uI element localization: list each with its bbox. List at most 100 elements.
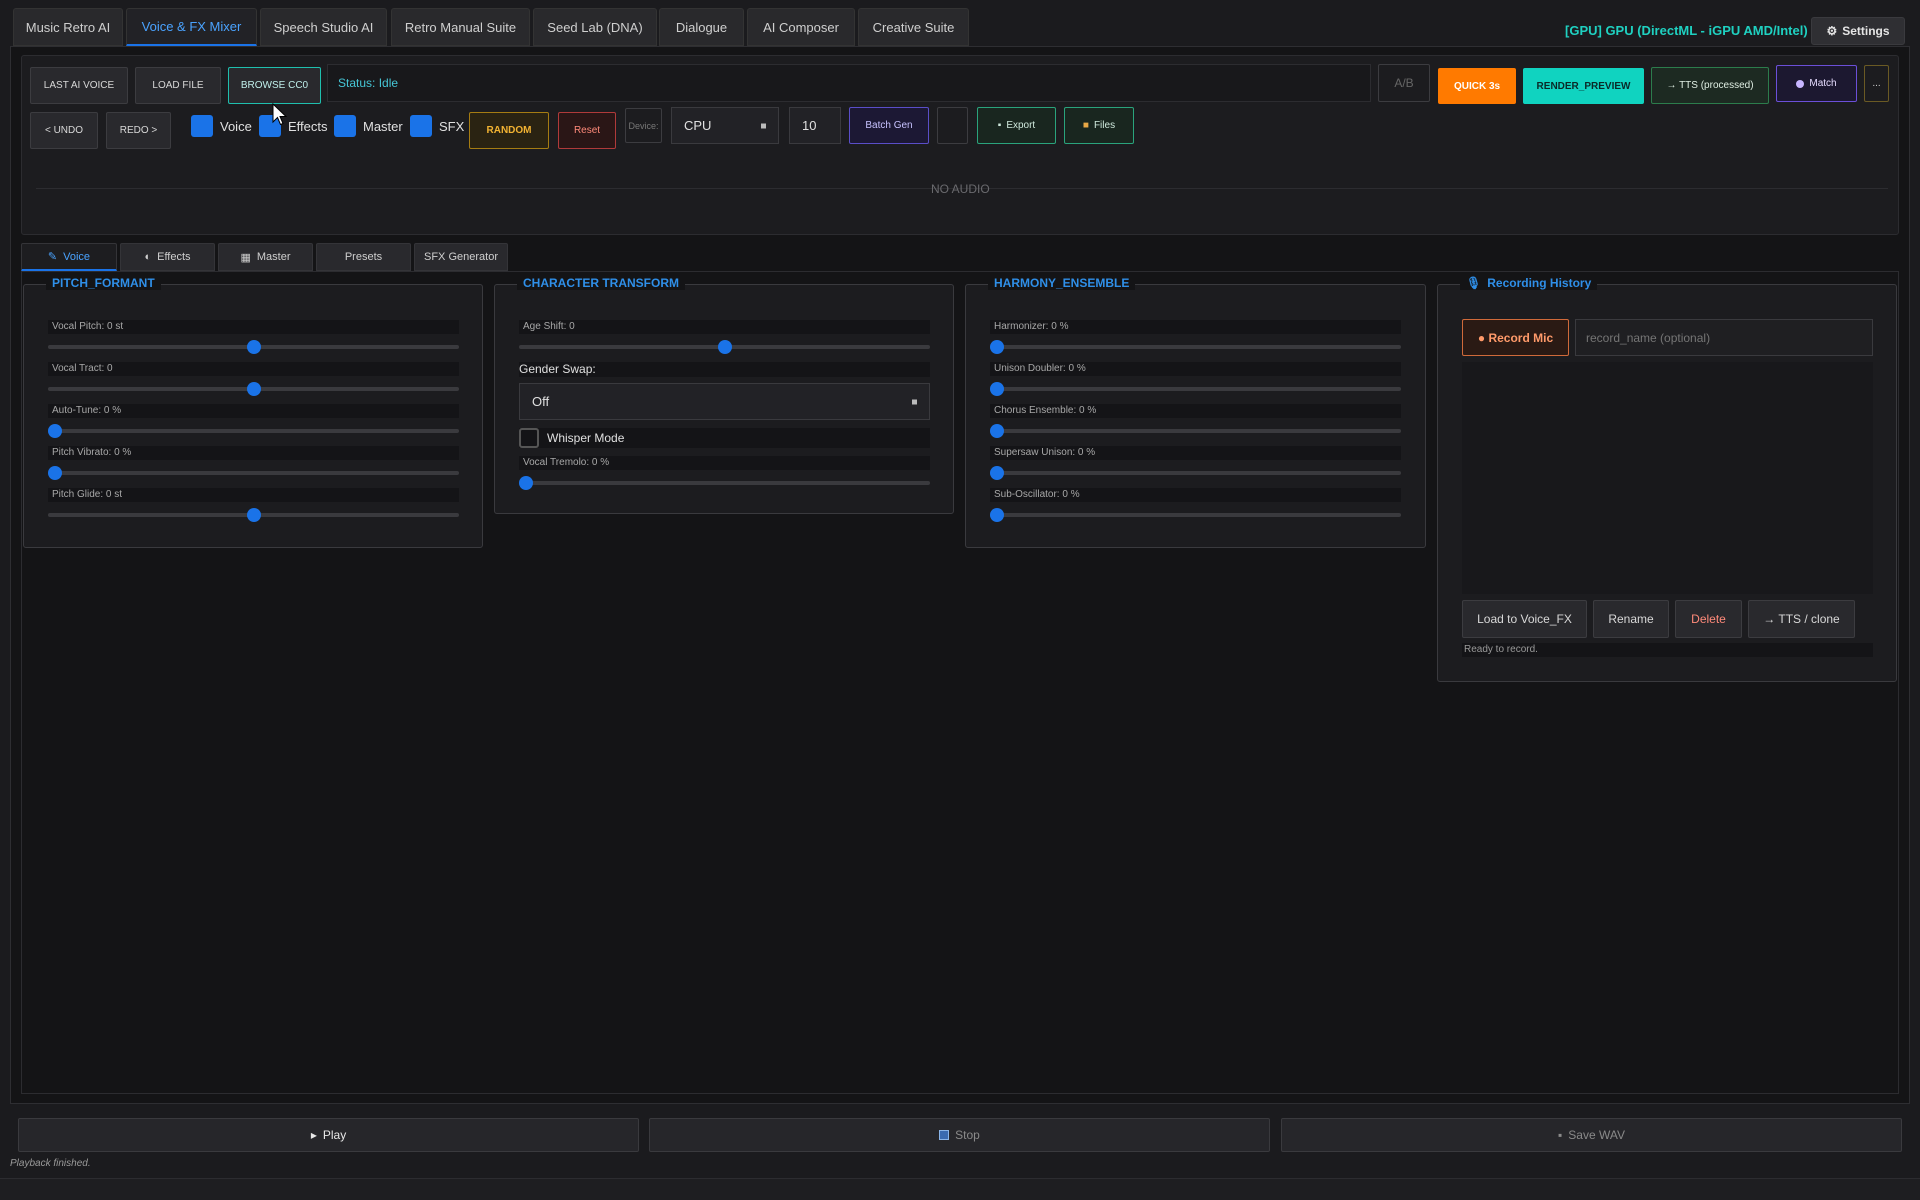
- subtab-voice[interactable]: ✎ Voice: [21, 243, 117, 271]
- unison-doubler-slider[interactable]: [990, 382, 1401, 396]
- ab-compare-button[interactable]: A/B: [1378, 64, 1430, 102]
- load-to-voice-fx-button[interactable]: Load to Voice_FX: [1462, 600, 1587, 638]
- subtab-effects-label: Effects: [157, 251, 191, 263]
- harmonizer-slider[interactable]: [990, 340, 1401, 354]
- recording-list[interactable]: [1462, 362, 1873, 594]
- pitch-glide-slider[interactable]: [48, 508, 459, 522]
- character-transform-title: CHARACTER TRANSFORM: [517, 276, 685, 290]
- sub-oscillator-label: Sub-Oscillator: 0 %: [990, 488, 1401, 502]
- tts-clone-button[interactable]: → TTS / clone: [1748, 600, 1855, 638]
- sfx-checkbox[interactable]: [410, 115, 432, 137]
- supersaw-unison-slider[interactable]: [990, 466, 1401, 480]
- device-label: Device:: [625, 108, 662, 143]
- tab-creative-suite[interactable]: Creative Suite: [858, 8, 969, 46]
- record-name-input[interactable]: [1575, 319, 1873, 356]
- unison-doubler-slider-handle[interactable]: [990, 382, 1004, 396]
- effects-icon: ◐: [144, 251, 152, 263]
- quick-preview-button[interactable]: QUICK 3s: [1438, 68, 1516, 104]
- blank-button[interactable]: [937, 107, 968, 144]
- gender-swap-value: Off: [532, 394, 550, 409]
- save-wav-label: Save WAV: [1568, 1128, 1625, 1142]
- chorus-ensemble-slider[interactable]: [990, 424, 1401, 438]
- pitch-glide-label: Pitch Glide: 0 st: [48, 488, 459, 502]
- tab-voice-fx-mixer[interactable]: Voice & FX Mixer: [126, 8, 257, 46]
- chorus-ensemble-slider-handle[interactable]: [990, 424, 1004, 438]
- pitch-vibrato-slider[interactable]: [48, 466, 459, 480]
- auto-tune-slider[interactable]: [48, 424, 459, 438]
- last-ai-voice-button[interactable]: LAST AI VOICE: [30, 67, 128, 104]
- gender-swap-label: Gender Swap:: [519, 362, 930, 377]
- tab-seed-lab[interactable]: Seed Lab (DNA): [533, 8, 657, 46]
- master-toggle[interactable]: Master: [334, 114, 403, 138]
- batch-gen-button[interactable]: Batch Gen: [849, 107, 929, 144]
- tts-processed-button[interactable]: → TTS (processed): [1651, 67, 1769, 104]
- tab-retro-manual-suite[interactable]: Retro Manual Suite: [391, 8, 530, 46]
- save-wav-button[interactable]: ▪ Save WAV: [1281, 1118, 1902, 1152]
- sfx-toggle[interactable]: SFX: [410, 114, 464, 138]
- gear-icon: ⚙: [1826, 24, 1838, 38]
- random-button[interactable]: RANDOM: [469, 112, 549, 149]
- no-audio-label: NO AUDIO: [931, 182, 990, 196]
- vocal-tremolo-slider[interactable]: [519, 476, 930, 490]
- device-select[interactable]: CPU: [671, 107, 779, 144]
- sub-oscillator-slider-handle[interactable]: [990, 508, 1004, 522]
- whisper-mode-label: Whisper Mode: [547, 431, 625, 445]
- voice-checkbox[interactable]: [191, 115, 213, 137]
- settings-button[interactable]: ⚙ Settings: [1811, 17, 1905, 45]
- subtab-master[interactable]: ▦ Master: [218, 243, 313, 271]
- tab-ai-composer[interactable]: AI Composer: [747, 8, 855, 46]
- mic-icon: ✎: [47, 251, 58, 263]
- pitch-vibrato-slider-handle[interactable]: [48, 466, 62, 480]
- subtab-effects[interactable]: ◐ Effects: [120, 243, 215, 271]
- vocal-pitch-slider-handle[interactable]: [246, 340, 261, 354]
- whisper-mode-toggle[interactable]: Whisper Mode: [519, 428, 930, 448]
- tab-speech-studio-ai[interactable]: Speech Studio AI: [260, 8, 387, 46]
- voice-toggle-label: Voice: [220, 118, 252, 134]
- play-button[interactable]: ▸ Play: [18, 1118, 639, 1152]
- redo-button[interactable]: REDO >: [106, 112, 171, 149]
- voice-toggle[interactable]: Voice: [191, 114, 252, 138]
- unison-doubler-label: Unison Doubler: 0 %: [990, 362, 1401, 376]
- sub-oscillator-slider[interactable]: [990, 508, 1401, 522]
- match-button[interactable]: Match: [1776, 65, 1857, 102]
- master-checkbox[interactable]: [334, 115, 356, 137]
- age-shift-slider-handle[interactable]: [717, 340, 732, 354]
- vocal-tremolo-label: Vocal Tremolo: 0 %: [519, 456, 930, 470]
- whisper-mode-checkbox[interactable]: [519, 428, 539, 448]
- age-shift-slider[interactable]: [519, 340, 930, 354]
- harmony-ensemble-title: HARMONY_ENSEMBLE: [988, 276, 1136, 290]
- harmonizer-slider-handle[interactable]: [990, 340, 1004, 354]
- record-mic-button[interactable]: ● Record Mic: [1462, 319, 1569, 356]
- gender-swap-select[interactable]: Off: [519, 383, 930, 420]
- files-button[interactable]: ■ Files: [1064, 107, 1134, 144]
- browse-cc0-button[interactable]: BROWSE CC0: [228, 67, 321, 104]
- stop-label: Stop: [955, 1128, 980, 1142]
- tab-music-retro-ai[interactable]: Music Retro AI: [13, 8, 123, 46]
- effects-toggle[interactable]: Effects: [259, 114, 328, 138]
- vocal-tract-slider[interactable]: [48, 382, 459, 396]
- pitch-formant-title: PITCH_FORMANT: [46, 276, 161, 290]
- batch-count-value: 10: [802, 118, 817, 133]
- pitch-glide-slider-handle[interactable]: [246, 508, 261, 522]
- reset-button[interactable]: Reset: [558, 112, 616, 149]
- subtab-sfx-generator[interactable]: SFX Generator: [414, 243, 508, 271]
- vocal-tract-slider-handle[interactable]: [246, 382, 261, 396]
- rename-button[interactable]: Rename: [1593, 600, 1669, 638]
- batch-count-stepper[interactable]: 10: [789, 107, 841, 144]
- more-button[interactable]: ...: [1864, 65, 1889, 102]
- undo-button[interactable]: < UNDO: [30, 112, 98, 149]
- stop-icon: [939, 1130, 950, 1140]
- render-preview-button[interactable]: RENDER_PREVIEW: [1523, 68, 1644, 104]
- delete-button[interactable]: Delete: [1675, 600, 1742, 638]
- supersaw-unison-slider-handle[interactable]: [990, 466, 1004, 480]
- stop-button[interactable]: Stop: [649, 1118, 1270, 1152]
- export-button[interactable]: ▪ Export: [977, 107, 1056, 144]
- load-file-button[interactable]: LOAD FILE: [135, 67, 221, 104]
- vocal-tremolo-slider-handle[interactable]: [519, 476, 533, 490]
- subtab-presets[interactable]: Presets: [316, 243, 411, 271]
- footer-bar: [0, 1178, 1920, 1200]
- vocal-pitch-slider[interactable]: [48, 340, 459, 354]
- auto-tune-slider-handle[interactable]: [48, 424, 62, 438]
- tab-dialogue[interactable]: Dialogue: [659, 8, 744, 46]
- master-toggle-label: Master: [363, 118, 403, 134]
